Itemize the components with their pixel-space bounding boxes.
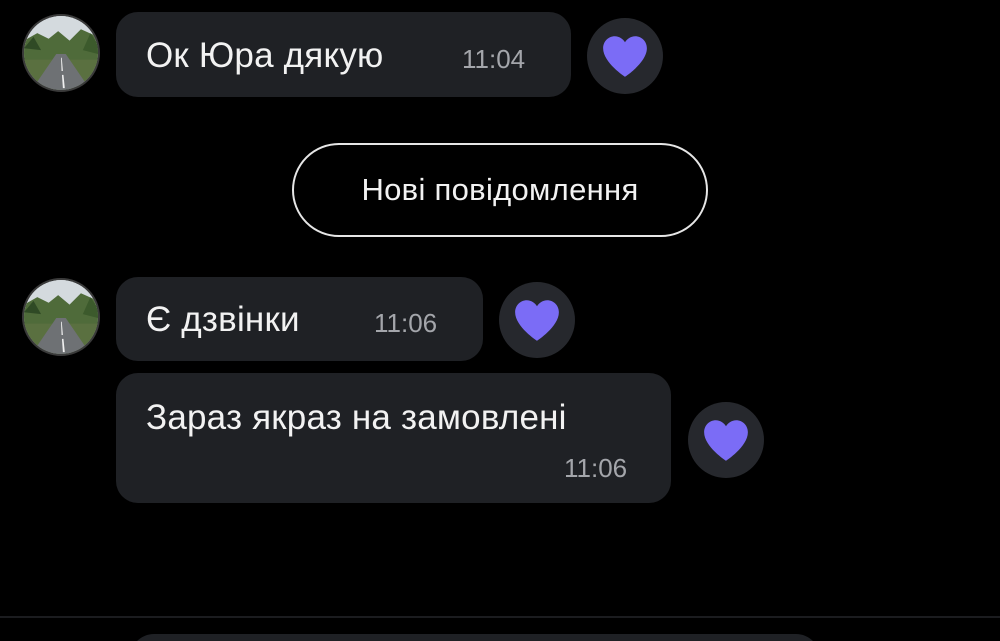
new-messages-divider: Нові повідомлення [292, 143, 708, 237]
message-bubble[interactable]: Зараз якраз на замовлені 11:06 [116, 373, 671, 503]
new-messages-label: Нові повідомлення [361, 172, 639, 207]
road-landscape-image [24, 280, 98, 354]
chat-screen: Ок Юра дякую 11:04 Нові повідомлення Є д… [0, 0, 1000, 641]
road-landscape-image [24, 16, 98, 90]
message-time: 11:06 [374, 308, 438, 338]
composer-divider [0, 616, 1000, 618]
message-text: Ок Юра дякую [146, 36, 384, 75]
heart-icon [704, 420, 748, 461]
message-bubble[interactable]: Є дзвінки 11:06 [116, 277, 483, 361]
reaction-badge[interactable] [499, 282, 575, 358]
heart-icon [603, 36, 647, 77]
heart-icon [515, 300, 559, 341]
sender-avatar[interactable] [22, 14, 100, 92]
reaction-badge[interactable] [688, 402, 764, 478]
message-text: Є дзвінки [146, 300, 300, 339]
message-time: 11:04 [462, 44, 526, 74]
message-text: Зараз якраз на замовлені [146, 398, 567, 437]
message-bubble[interactable]: Ок Юра дякую 11:04 [116, 12, 571, 97]
sender-avatar[interactable] [22, 278, 100, 356]
message-input[interactable] [130, 634, 820, 641]
reaction-badge[interactable] [587, 18, 663, 94]
message-time: 11:06 [564, 453, 628, 483]
